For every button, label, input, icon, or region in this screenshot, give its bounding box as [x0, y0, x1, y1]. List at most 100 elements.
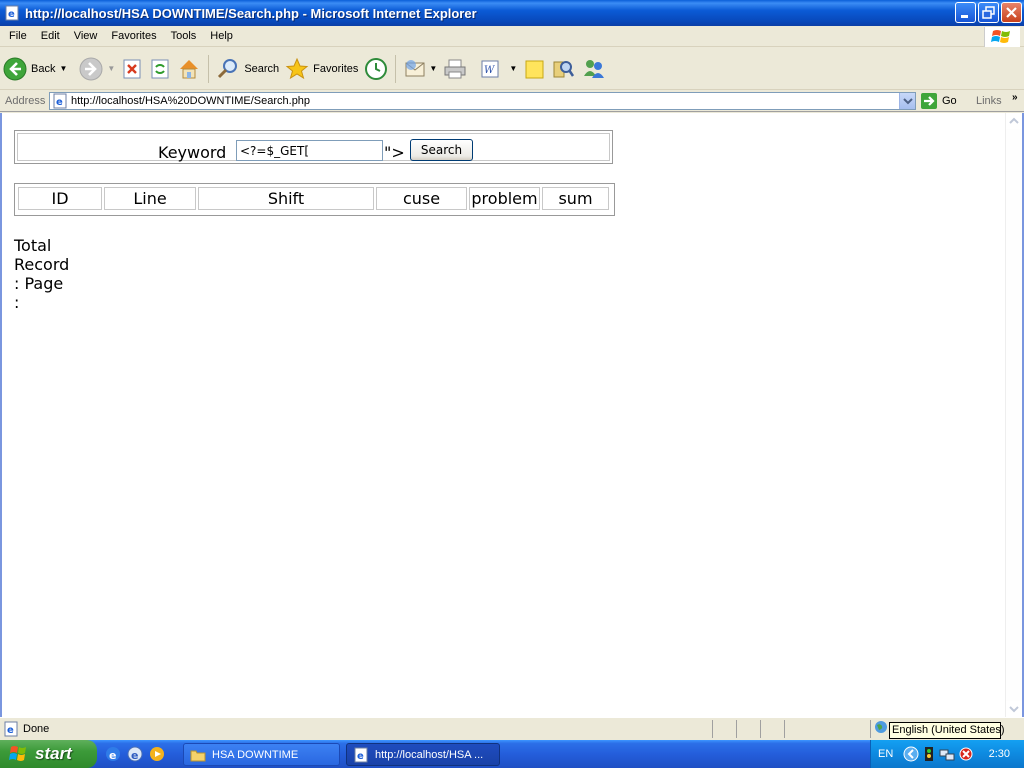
folder-icon — [190, 750, 206, 761]
back-button[interactable]: Back ▼ — [0, 51, 70, 87]
print-button[interactable] — [440, 51, 470, 87]
start-label: start — [35, 744, 72, 763]
status-divider — [712, 720, 713, 738]
toolbar: Back ▼ ▼ Search Favorites ▼ W ▼ — [0, 48, 1024, 90]
menu-tools[interactable]: Tools — [164, 30, 204, 42]
research-button[interactable] — [548, 51, 578, 87]
history-icon — [365, 57, 388, 80]
address-input[interactable]: e http://localhost/HSA%20DOWNTIME/Search… — [49, 92, 916, 110]
refresh-button[interactable] — [146, 51, 174, 87]
security-alert-icon[interactable] — [958, 746, 974, 762]
toolbar-separator — [208, 54, 210, 83]
status-divider — [870, 720, 871, 738]
stop-button[interactable] — [118, 51, 146, 87]
svg-text:e: e — [8, 9, 15, 20]
toolbar-separator — [395, 54, 397, 83]
research-icon — [553, 60, 575, 77]
forward-button[interactable]: ▼ — [76, 51, 118, 87]
restore-icon — [982, 6, 995, 19]
search-icon — [218, 58, 238, 78]
search-label: Search — [244, 62, 280, 75]
status-divider — [784, 720, 785, 738]
start-button[interactable]: start — [0, 740, 97, 768]
svg-text:e: e — [131, 749, 138, 762]
address-bar: Address e http://localhost/HSA%20DOWNTIM… — [0, 90, 1024, 112]
forward-arrow-icon — [79, 57, 103, 80]
search-submit-button[interactable]: Search — [410, 139, 473, 161]
ie-page-icon: e — [5, 5, 19, 21]
taskbar-item-browser[interactable]: e http://localhost/HSA ... — [346, 743, 500, 766]
svg-text:e: e — [56, 97, 63, 108]
desktop-quicklaunch-icon[interactable]: e — [127, 746, 144, 763]
status-bar: e Done — [0, 717, 1024, 739]
windows-flag-icon — [9, 746, 26, 761]
mail-dropdown-icon[interactable]: ▼ — [429, 64, 437, 73]
language-tooltip: English (United States) — [889, 722, 1005, 739]
mail-icon — [405, 59, 425, 76]
svg-text:e: e — [357, 751, 364, 762]
menu-bar: File Edit View Favorites Tools Help — [0, 26, 1024, 47]
windows-flag-icon — [991, 30, 1010, 43]
links-chevron-icon[interactable]: » — [1012, 92, 1018, 103]
messenger-icon — [584, 59, 605, 78]
forward-dropdown-icon[interactable]: ▼ — [107, 64, 115, 73]
search-button[interactable]: Search — [213, 51, 282, 87]
links-button[interactable]: Links — [976, 95, 1002, 107]
clock: 2:30 — [988, 748, 1010, 760]
menu-view[interactable]: View — [67, 30, 105, 42]
column-problem: problem — [469, 187, 540, 210]
maximize-button[interactable] — [978, 2, 999, 23]
close-button[interactable] — [1001, 2, 1022, 23]
favorites-button[interactable]: Favorites — [282, 51, 361, 87]
note-icon — [525, 60, 544, 78]
messenger-button[interactable] — [578, 51, 610, 87]
media-player-quicklaunch-icon[interactable] — [149, 746, 166, 763]
column-line: Line — [104, 187, 196, 210]
status-divider — [736, 720, 737, 738]
chevron-down-icon — [903, 98, 913, 105]
status-text: Done — [23, 722, 50, 735]
results-table: ID Line Shift cuse problem sum — [14, 183, 615, 216]
tray-expand-icon[interactable] — [903, 746, 919, 762]
go-arrow-icon — [921, 93, 937, 109]
column-id: ID — [18, 187, 102, 210]
menu-edit[interactable]: Edit — [34, 30, 67, 42]
network-icon[interactable] — [939, 746, 955, 762]
go-button[interactable]: Go — [920, 92, 957, 110]
column-cuse: cuse — [376, 187, 467, 210]
search-form: Keyword "> Search — [14, 130, 613, 164]
word-edit-icon: W — [481, 60, 499, 77]
taskbar-item-label: HSA DOWNTIME — [212, 748, 299, 761]
keyword-label: Keyword — [158, 143, 227, 162]
title-bar: e http://localhost/HSA DOWNTIME/Search.p… — [0, 0, 1024, 26]
ie-quicklaunch-icon[interactable]: e — [105, 746, 122, 763]
minimize-button[interactable] — [955, 2, 976, 23]
taskbar-item-hsa-downtime[interactable]: HSA DOWNTIME — [183, 743, 340, 766]
scroll-up-button[interactable] — [1006, 113, 1022, 129]
home-button[interactable] — [174, 51, 204, 87]
discuss-button[interactable] — [520, 51, 548, 87]
language-indicator[interactable]: EN — [878, 748, 893, 760]
menu-help[interactable]: Help — [203, 30, 240, 42]
close-icon — [1006, 7, 1017, 18]
keyword-input[interactable] — [236, 140, 383, 161]
system-tray: EN 2:30 — [870, 740, 1024, 768]
minimize-icon — [961, 15, 968, 18]
menu-favorites[interactable]: Favorites — [104, 30, 163, 42]
page-viewport: Keyword "> Search ID Line Shift cuse pro… — [0, 113, 1024, 717]
back-dropdown-icon[interactable]: ▼ — [59, 64, 67, 73]
history-button[interactable] — [361, 51, 391, 87]
total-record-text: Total Record : Page : — [14, 236, 70, 312]
vertical-scrollbar[interactable] — [1005, 113, 1022, 717]
scroll-down-button[interactable] — [1006, 701, 1022, 717]
column-sum: sum — [542, 187, 609, 210]
edit-button[interactable]: W ▼ — [476, 51, 520, 87]
tray-app-icon[interactable] — [922, 746, 936, 762]
mail-button[interactable]: ▼ — [400, 51, 440, 87]
address-dropdown-button[interactable] — [899, 93, 915, 109]
taskbar-item-label: http://localhost/HSA ... — [375, 748, 484, 761]
menu-file[interactable]: File — [0, 30, 34, 42]
edit-dropdown-icon[interactable]: ▼ — [509, 64, 517, 73]
scroll-down-icon — [1009, 706, 1019, 713]
table-header-row: ID Line Shift cuse problem sum — [18, 187, 609, 210]
